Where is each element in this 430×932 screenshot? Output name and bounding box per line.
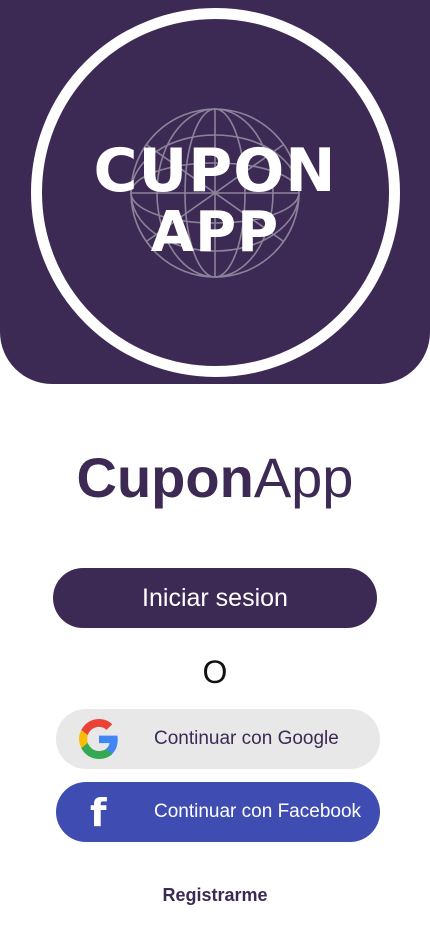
hero-banner: CUPON APP [0,0,430,384]
logo-text-line2: APP [150,200,280,265]
app-title-bold: Cupon [76,446,254,509]
or-separator: O [202,654,228,690]
app-title-regular: App [253,446,354,509]
facebook-login-button[interactable]: f Continuar con Facebook [56,782,380,842]
facebook-icon: f [90,791,107,835]
google-icon [79,719,118,759]
register-link[interactable]: Registrarme [0,885,430,906]
facebook-button-label: Continuar con Facebook [154,801,362,822]
app-title: CuponApp [0,446,430,510]
logo-text-line1: CUPON [93,136,337,206]
google-login-button[interactable]: Continuar con Google [56,709,380,769]
login-button[interactable]: Iniciar sesion [53,568,377,628]
google-button-label: Continuar con Google [154,728,339,749]
